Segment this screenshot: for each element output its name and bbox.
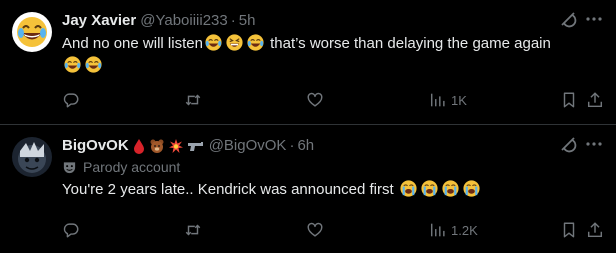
share-button[interactable] bbox=[586, 220, 604, 240]
tweet-body: BigOvOK @BigOvOK · 6h Parody account You… bbox=[62, 136, 604, 201]
parody-label-text: Parody account bbox=[83, 159, 181, 175]
avatar[interactable] bbox=[12, 137, 52, 177]
bookmark-button[interactable] bbox=[560, 90, 578, 110]
repost-button[interactable] bbox=[184, 220, 202, 240]
user-handle[interactable]: @BigOvOK bbox=[209, 136, 287, 156]
tweet-text-part: You're 2 years late.. Kendrick was annou… bbox=[62, 181, 394, 198]
repost-icon bbox=[185, 94, 201, 106]
tweet-text-part: And no one will listen bbox=[62, 35, 203, 52]
bear-emoji-icon bbox=[150, 139, 164, 153]
tweet-header: Jay Xavier @Yaboiiii233 · 5h bbox=[62, 11, 604, 31]
separator-dot: · bbox=[230, 12, 236, 29]
views-count: 1K bbox=[451, 92, 467, 108]
analytics-icon bbox=[430, 223, 445, 237]
repost-icon bbox=[185, 224, 201, 236]
tweet-item[interactable]: BigOvOK @BigOvOK · 6h Parody account You… bbox=[0, 125, 616, 253]
analytics-icon bbox=[430, 93, 445, 107]
views-count: 1.2K bbox=[451, 222, 478, 238]
bookmark-icon bbox=[563, 222, 575, 238]
reply-icon bbox=[63, 223, 79, 238]
user-handle[interactable]: @Yaboiiii233 bbox=[140, 11, 228, 31]
share-icon bbox=[587, 222, 603, 238]
tears-of-joy-emoji-icon bbox=[247, 34, 264, 51]
dark-character-avatar-icon bbox=[12, 137, 52, 177]
more-options-icon[interactable] bbox=[584, 134, 604, 154]
timestamp[interactable]: 5h bbox=[239, 11, 256, 31]
tweet-actions: 1.2K bbox=[62, 220, 604, 240]
reply-button[interactable] bbox=[62, 220, 80, 240]
pistol-emoji-icon bbox=[187, 142, 203, 151]
tweet-text: You're 2 years late.. Kendrick was annou… bbox=[62, 179, 597, 201]
tweet-body: Jay Xavier @Yaboiiii233 · 5h And no one … bbox=[62, 11, 604, 77]
collision-emoji-icon bbox=[168, 139, 183, 153]
reply-button[interactable] bbox=[62, 90, 80, 110]
loudly-crying-emoji-icon bbox=[400, 180, 417, 197]
separator-dot: · bbox=[289, 137, 295, 154]
repost-button[interactable] bbox=[184, 90, 202, 110]
tweet-actions: 1K bbox=[62, 90, 604, 110]
grinning-squinting-emoji-icon bbox=[226, 34, 243, 51]
tweet-header: BigOvOK @BigOvOK · 6h bbox=[62, 136, 604, 156]
views-button[interactable]: 1K bbox=[429, 90, 467, 110]
views-button[interactable]: 1.2K bbox=[429, 220, 478, 240]
bookmark-icon bbox=[563, 92, 575, 108]
grok-icon[interactable] bbox=[558, 134, 578, 154]
tears-of-joy-emoji-icon bbox=[85, 56, 102, 73]
laughing-emoji-icon bbox=[12, 12, 52, 52]
display-name[interactable]: BigOvOK bbox=[62, 136, 129, 156]
reply-icon bbox=[63, 93, 79, 108]
parody-label: Parody account bbox=[62, 157, 604, 177]
display-name[interactable]: Jay Xavier bbox=[62, 11, 136, 31]
like-button[interactable] bbox=[306, 220, 324, 240]
share-button[interactable] bbox=[586, 90, 604, 110]
tweet-item[interactable]: Jay Xavier @Yaboiiii233 · 5h And no one … bbox=[0, 0, 616, 125]
loudly-crying-emoji-icon bbox=[442, 180, 459, 197]
like-button[interactable] bbox=[306, 90, 324, 110]
timestamp[interactable]: 6h bbox=[297, 136, 314, 156]
tears-of-joy-emoji-icon bbox=[205, 34, 222, 51]
bookmark-button[interactable] bbox=[560, 220, 578, 240]
loudly-crying-emoji-icon bbox=[421, 180, 438, 197]
avatar[interactable] bbox=[12, 12, 52, 52]
more-options-icon[interactable] bbox=[584, 9, 604, 29]
theater-mask-icon bbox=[63, 161, 76, 173]
name-emoji-badges bbox=[132, 138, 205, 154]
heart-icon bbox=[307, 222, 323, 237]
heart-icon bbox=[307, 92, 323, 107]
loudly-crying-emoji-icon bbox=[463, 180, 480, 197]
grok-icon[interactable] bbox=[558, 9, 578, 29]
tweet-text: And no one will listen that’s worse than… bbox=[62, 33, 597, 77]
share-icon bbox=[587, 92, 603, 108]
tweet-text-part: that’s worse than delaying the game agai… bbox=[265, 35, 551, 52]
blood-drop-emoji-icon bbox=[133, 139, 144, 154]
tears-of-joy-emoji-icon bbox=[64, 56, 81, 73]
